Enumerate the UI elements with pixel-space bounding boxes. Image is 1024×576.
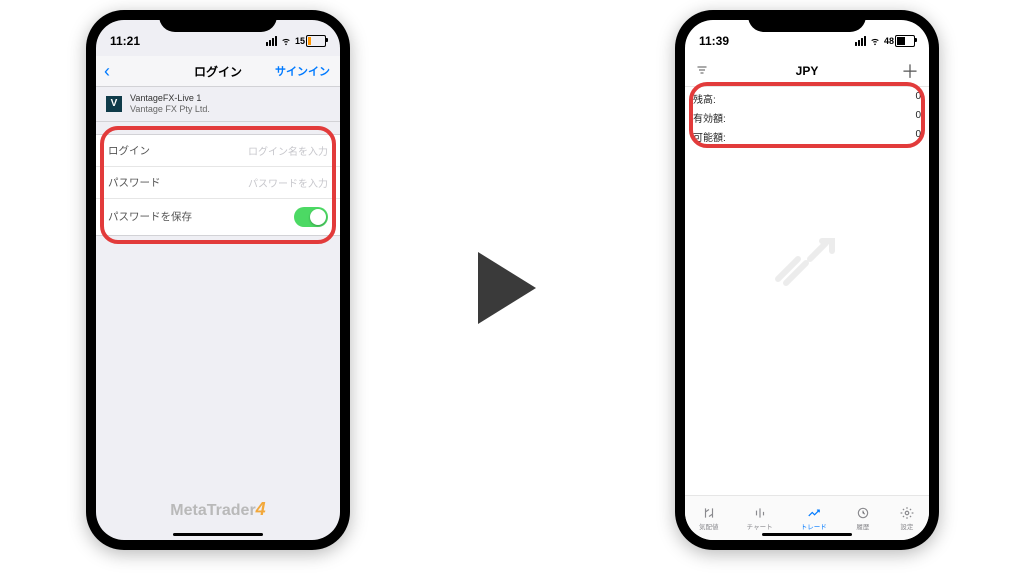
trade-watermark-icon <box>772 229 842 289</box>
nav-title: JPY <box>796 64 819 78</box>
nav-bar: ‹ ログイン サインイン <box>96 56 340 87</box>
home-indicator[interactable] <box>173 533 263 536</box>
home-indicator[interactable] <box>762 533 852 536</box>
login-field-row[interactable]: ログイン ログイン名を入力 <box>96 135 340 167</box>
battery-icon: 15 <box>295 35 326 47</box>
transition-arrow-icon <box>472 248 542 328</box>
login-form: ログイン ログイン名を入力 パスワード パスワードを入力 パスワードを保存 <box>96 134 340 236</box>
battery-pct: 48 <box>884 36 894 46</box>
screen-login: 11:21 15 ‹ ログイン サインイン V VantageF <box>96 20 340 540</box>
tab-trade[interactable]: トレード <box>801 506 827 531</box>
equity-row: 有効額: 0 <box>685 108 929 127</box>
phone-trade: 11:39 48 JPY ＋ 残高: <box>675 10 939 550</box>
signin-button[interactable]: サインイン <box>275 63 330 79</box>
password-field-row[interactable]: パスワード パスワードを入力 <box>96 167 340 199</box>
screen-trade: 11:39 48 JPY ＋ 残高: <box>685 20 929 540</box>
tab-chart[interactable]: チャート <box>747 506 773 531</box>
nav-title: ログイン <box>194 63 242 80</box>
phone-login: 11:21 15 ‹ ログイン サインイン V VantageF <box>86 10 350 550</box>
server-logo: V <box>106 96 122 112</box>
balance-row: 残高: 0 <box>685 89 929 108</box>
password-label: パスワード <box>108 175 161 190</box>
nav-bar: JPY ＋ <box>685 56 929 87</box>
wifi-icon <box>280 36 292 46</box>
login-label: ログイン <box>108 143 150 158</box>
save-password-label: パスワードを保存 <box>108 209 192 224</box>
save-password-toggle[interactable] <box>294 207 328 227</box>
add-button[interactable]: ＋ <box>901 58 919 84</box>
battery-pct: 15 <box>295 36 305 46</box>
status-time: 11:21 <box>110 34 140 48</box>
server-row[interactable]: V VantageFX-Live 1 Vantage FX Pty Ltd. <box>96 87 340 122</box>
tab-settings[interactable]: 設定 <box>899 506 915 531</box>
back-button[interactable]: ‹ <box>104 62 110 80</box>
notch <box>748 10 866 32</box>
freemargin-row: 可能額: 0 <box>685 127 929 146</box>
wifi-icon <box>869 36 881 46</box>
status-icons: 48 <box>855 35 915 47</box>
status-time: 11:39 <box>699 34 729 48</box>
metatrader-watermark: MetaTrader4 <box>96 499 340 520</box>
signal-icon <box>855 36 866 46</box>
sort-icon[interactable] <box>695 63 709 79</box>
battery-icon: 48 <box>884 35 915 47</box>
server-name: VantageFX-Live 1 <box>130 93 210 104</box>
login-placeholder: ログイン名を入力 <box>248 143 328 158</box>
signal-icon <box>266 36 277 46</box>
tab-quotes[interactable]: 気配値 <box>699 506 719 531</box>
status-icons: 15 <box>266 35 326 47</box>
tab-history[interactable]: 履歴 <box>855 506 871 531</box>
notch <box>159 10 277 32</box>
server-text: VantageFX-Live 1 Vantage FX Pty Ltd. <box>130 93 210 115</box>
balance-summary: 残高: 0 有効額: 0 可能額: 0 <box>685 87 929 146</box>
password-placeholder: パスワードを入力 <box>248 175 328 190</box>
server-company: Vantage FX Pty Ltd. <box>130 104 210 115</box>
save-password-row: パスワードを保存 <box>96 199 340 235</box>
